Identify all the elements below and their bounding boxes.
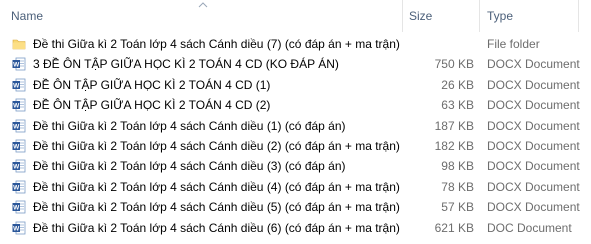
size-column-header[interactable]: Size <box>409 9 432 23</box>
file-name: ĐỀ ÔN TẬP GIỮA HỌC KÌ 2 TOÁN 4 CD (1) <box>33 77 271 92</box>
file-size: 26 KB <box>441 77 474 92</box>
word-document-icon: W <box>12 119 26 132</box>
file-type: DOCX Document <box>487 98 580 113</box>
file-name: ĐỀ ÔN TẬP GIỮA HỌC KÌ 2 TOÁN 4 CD (2) <box>33 98 271 113</box>
file-size: 63 KB <box>441 98 474 113</box>
file-type: DOCX Document <box>487 179 580 194</box>
file-type: DOCX Document <box>487 77 580 92</box>
svg-text:W: W <box>13 184 20 191</box>
word-document-icon: W <box>12 78 26 92</box>
column-divider[interactable] <box>479 0 480 32</box>
folder-icon <box>12 39 26 50</box>
file-type: DOC Document <box>487 220 572 235</box>
svg-text:W: W <box>13 225 20 232</box>
file-row[interactable]: W Đề thi Giữa kì 2 Toán lớp 4 sách Cánh … <box>0 218 591 238</box>
file-size: 98 KB <box>441 159 474 174</box>
file-name: Đề thi Giữa kì 2 Toán lớp 4 sách Cánh di… <box>33 118 346 133</box>
file-type: DOCX Document <box>487 118 580 133</box>
word-document-icon: W <box>12 159 26 173</box>
file-size: 78 KB <box>441 179 474 194</box>
file-name: 3 ĐỀ ÔN TẬP GIỮA HỌC KÌ 2 TOÁN 4 CD (KO … <box>33 57 339 72</box>
file-name: Đề thi Giữa kì 2 Toán lớp 4 sách Cánh di… <box>33 200 400 215</box>
file-size: 57 KB <box>441 200 474 215</box>
file-name: Đề thi Giữa kì 2 Toán lớp 4 sách Cánh di… <box>33 159 346 174</box>
file-name: Đề thi Giữa kì 2 Toán lớp 4 sách Cánh di… <box>33 138 400 153</box>
file-type: DOCX Document <box>487 159 580 174</box>
file-row[interactable]: W Đề thi Giữa kì 2 Toán lớp 4 sách Cánh … <box>0 136 591 156</box>
column-divider[interactable] <box>402 0 403 32</box>
file-size: 621 KB <box>434 220 474 235</box>
file-row[interactable]: W Đề thi Giữa kì 2 Toán lớp 4 sách Cánh … <box>0 197 591 217</box>
svg-text:W: W <box>13 62 20 69</box>
file-type: DOCX Document <box>487 200 580 215</box>
svg-text:W: W <box>13 82 20 89</box>
svg-text:W: W <box>13 205 20 212</box>
column-divider[interactable] <box>578 0 579 32</box>
file-row[interactable]: W Đề thi Giữa kì 2 Toán lớp 4 sách Cánh … <box>0 116 591 136</box>
file-row[interactable]: W ĐỀ ÔN TẬP GIỮA HỌC KÌ 2 TOÁN 4 CD (1) … <box>0 75 591 95</box>
file-row[interactable]: W Đề thi Giữa kì 2 Toán lớp 4 sách Cánh … <box>0 156 591 176</box>
file-row[interactable]: W Đề thi Giữa kì 2 Toán lớp 4 sách Cánh … <box>0 177 591 197</box>
svg-text:W: W <box>13 143 20 150</box>
file-size: 187 KB <box>434 118 474 133</box>
svg-text:W: W <box>13 103 20 110</box>
file-name: Đề thi Giữa kì 2 Toán lớp 4 sách Cánh di… <box>33 37 400 51</box>
type-column-header[interactable]: Type <box>487 9 513 23</box>
name-column-header[interactable]: Name <box>11 9 43 23</box>
file-size: 750 KB <box>434 57 474 72</box>
file-row[interactable]: Đề thi Giữa kì 2 Toán lớp 4 sách Cánh di… <box>0 34 591 54</box>
word-document-icon: W <box>12 221 26 234</box>
word-document-icon: W <box>12 57 26 71</box>
word-document-icon: W <box>12 98 26 112</box>
file-name: Đề thi Giữa kì 2 Toán lớp 4 sách Cánh di… <box>33 220 400 235</box>
svg-text:W: W <box>13 123 20 130</box>
file-row[interactable]: W 3 ĐỀ ÔN TẬP GIỮA HỌC KÌ 2 TOÁN 4 CD (K… <box>0 54 591 74</box>
file-type: DOCX Document <box>487 57 580 72</box>
word-document-icon: W <box>12 200 26 214</box>
chevron-up-icon[interactable] <box>198 1 208 8</box>
word-document-icon: W <box>12 139 26 153</box>
file-size: 182 KB <box>434 138 474 153</box>
column-header: Name Size Type <box>0 0 591 32</box>
file-type: DOCX Document <box>487 138 580 153</box>
word-document-icon: W <box>12 180 26 194</box>
svg-text:W: W <box>13 164 20 171</box>
file-row[interactable]: W ĐỀ ÔN TẬP GIỮA HỌC KÌ 2 TOÁN 4 CD (2) … <box>0 95 591 115</box>
file-list: Đề thi Giữa kì 2 Toán lớp 4 sách Cánh di… <box>0 34 591 238</box>
file-type: File folder <box>487 37 540 51</box>
file-name: Đề thi Giữa kì 2 Toán lớp 4 sách Cánh di… <box>33 179 400 194</box>
